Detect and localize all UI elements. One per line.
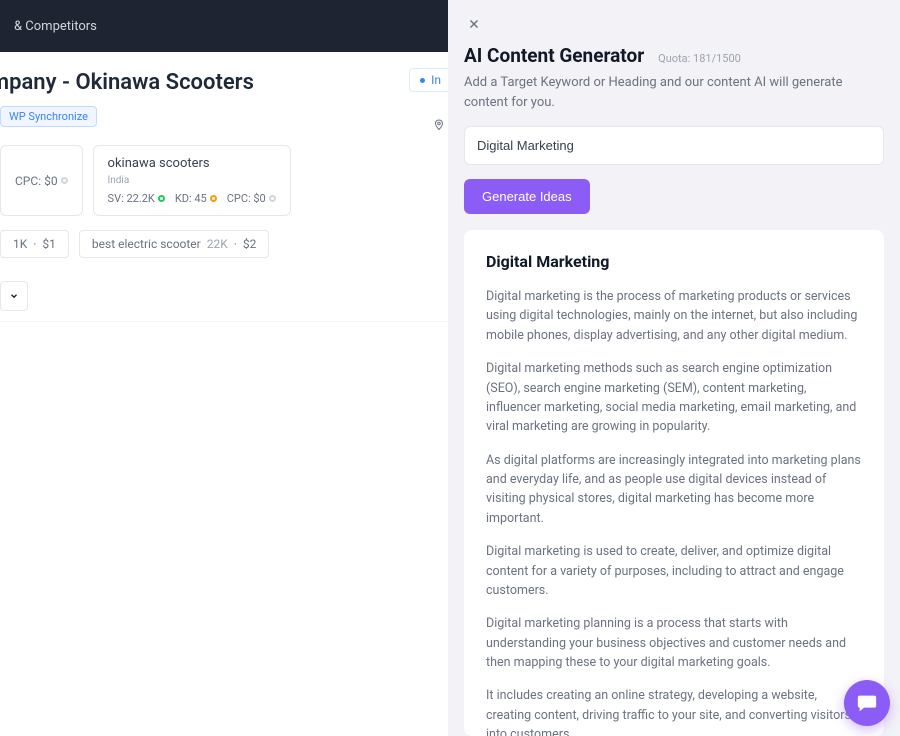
quota-label: Quota: 181/1500 [658, 52, 741, 65]
kw-kd: KD: 45 [175, 192, 207, 205]
sv-indicator-icon [158, 195, 165, 202]
pill-text: best electric scooter [92, 237, 201, 251]
kw-cpc: CPC: $0 [15, 174, 58, 188]
panel-title: AI Content Generator [464, 44, 644, 67]
location-pin-icon [433, 119, 445, 131]
keyword-input[interactable] [464, 126, 884, 165]
pill-price: $1 [42, 237, 56, 251]
result-paragraph: As digital platforms are increasingly in… [486, 451, 862, 529]
cpc-indicator-icon [269, 195, 276, 202]
status-label: In [431, 73, 441, 87]
keyword-card[interactable]: CPC: $0 [0, 145, 83, 216]
result-title: Digital Marketing [486, 252, 862, 271]
result-paragraph: Digital marketing methods such as search… [486, 359, 862, 437]
result-paragraph: Digital marketing planning is a process … [486, 614, 862, 672]
kw-title: okinawa scooters [108, 156, 276, 171]
generate-ideas-button[interactable]: Generate Ideas [464, 179, 590, 214]
keyword-card[interactable]: okinawa scooters India SV: 22.2K KD: 45 … [93, 145, 291, 216]
pill-text: 1K [13, 237, 27, 251]
kw-cpc: CPC: $0 [227, 192, 266, 205]
keyword-pill[interactable]: 1K · $1 [0, 230, 69, 258]
status-dot-icon [420, 78, 425, 83]
heading-dropdown[interactable] [0, 281, 28, 311]
panel-subtitle: Add a Target Keyword or Heading and our … [464, 73, 884, 112]
kd-indicator-icon [210, 195, 217, 202]
status-badge[interactable]: In [409, 68, 452, 92]
tab-competitors[interactable]: & Competitors [0, 19, 111, 34]
pill-volume: 22K [207, 237, 228, 251]
wp-sync-badge[interactable]: WP Synchronize [0, 106, 97, 127]
result-paragraph: It includes creating an online strategy,… [486, 686, 862, 736]
cpc-indicator-icon [61, 177, 68, 184]
result-card: Digital Marketing Digital marketing is t… [464, 230, 884, 736]
close-panel-button[interactable] [464, 14, 484, 34]
chevron-down-icon [9, 291, 19, 301]
kw-country: India [108, 175, 276, 186]
chat-bubble-icon [856, 692, 878, 714]
result-paragraph: Digital marketing is used to create, del… [486, 542, 862, 600]
kw-sv: SV: 22.2K [108, 192, 155, 205]
close-icon [467, 17, 481, 31]
chat-fab[interactable] [844, 680, 890, 726]
result-paragraph: Digital marketing is the process of mark… [486, 287, 862, 345]
keyword-pill[interactable]: best electric scooter 22K · $2 [79, 230, 269, 258]
ai-content-panel: AI Content Generator Quota: 181/1500 Add… [448, 0, 900, 736]
pill-price: $2 [243, 237, 257, 251]
